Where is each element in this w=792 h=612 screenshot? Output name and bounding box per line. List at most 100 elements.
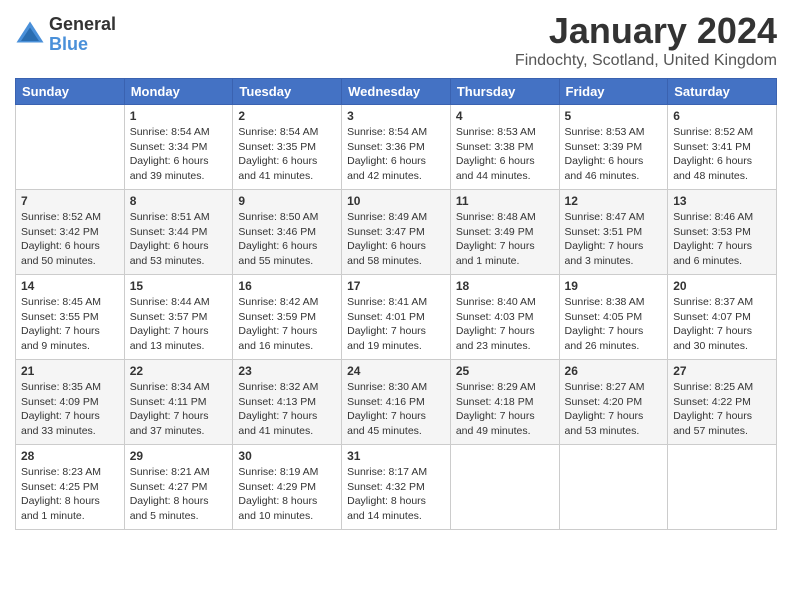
calendar-cell: 13 Sunrise: 8:46 AM Sunset: 3:53 PM Dayli… [668,190,777,275]
day-info: Sunrise: 8:25 AM Sunset: 4:22 PM Dayligh… [673,380,771,439]
day-number: 31 [347,449,445,463]
calendar-cell: 5Sunrise: 8:53 AM Sunset: 3:39 PM Daylig… [559,105,668,190]
calendar-cell: 10 Sunrise: 8:49 AM Sunset: 3:47 PM Dayli… [342,190,451,275]
day-number: 17 [347,279,445,293]
day-info: Sunrise: 8:17 AM Sunset: 4:32 PM Dayligh… [347,465,445,524]
calendar-cell: 25 Sunrise: 8:29 AM Sunset: 4:18 PM Dayli… [450,360,559,445]
day-number: 12 [565,194,663,208]
calendar-cell: 14Sunrise: 8:45 AM Sunset: 3:55 PM Dayli… [16,275,125,360]
logo: General Blue [15,15,116,55]
calendar-cell: 20 Sunrise: 8:37 AM Sunset: 4:07 PM Dayli… [668,275,777,360]
calendar-cell: 19 Sunrise: 8:38 AM Sunset: 4:05 PM Dayli… [559,275,668,360]
calendar-cell: 7 Sunrise: 8:52 AM Sunset: 3:42 PM Daylig… [16,190,125,275]
day-number: 20 [673,279,771,293]
day-number: 13 [673,194,771,208]
day-number: 16 [238,279,336,293]
calendar-cell: 9 Sunrise: 8:50 AM Sunset: 3:46 PM Daylig… [233,190,342,275]
day-info: Sunrise: 8:19 AM Sunset: 4:29 PM Dayligh… [238,465,336,524]
calendar-cell [16,105,125,190]
day-info: Sunrise: 8:52 AM Sunset: 3:42 PM Dayligh… [21,210,119,269]
day-number: 24 [347,364,445,378]
calendar-cell: 3Sunrise: 8:54 AM Sunset: 3:36 PM Daylig… [342,105,451,190]
day-info: Sunrise: 8:27 AM Sunset: 4:20 PM Dayligh… [565,380,663,439]
day-info: Sunrise: 8:53 AM Sunset: 3:39 PM Dayligh… [565,125,663,184]
day-info: Sunrise: 8:34 AM Sunset: 4:11 PM Dayligh… [130,380,228,439]
day-info: Sunrise: 8:38 AM Sunset: 4:05 PM Dayligh… [565,295,663,354]
day-info: Sunrise: 8:40 AM Sunset: 4:03 PM Dayligh… [456,295,554,354]
day-info: Sunrise: 8:49 AM Sunset: 3:47 PM Dayligh… [347,210,445,269]
calendar-cell: 4 Sunrise: 8:53 AM Sunset: 3:38 PM Daylig… [450,105,559,190]
day-info: Sunrise: 8:52 AM Sunset: 3:41 PM Dayligh… [673,125,771,184]
calendar-week-row: 28Sunrise: 8:23 AM Sunset: 4:25 PM Dayli… [16,445,777,530]
day-number: 2 [238,109,336,123]
day-number: 1 [130,109,228,123]
day-number: 4 [456,109,554,123]
calendar-cell: 1 Sunrise: 8:54 AM Sunset: 3:34 PM Daylig… [124,105,233,190]
logo-blue-text: Blue [49,35,116,55]
day-number: 11 [456,194,554,208]
day-info: Sunrise: 8:44 AM Sunset: 3:57 PM Dayligh… [130,295,228,354]
location: Findochty, Scotland, United Kingdom [515,52,777,70]
calendar-cell: 31 Sunrise: 8:17 AM Sunset: 4:32 PM Dayli… [342,445,451,530]
calendar-cell: 8Sunrise: 8:51 AM Sunset: 3:44 PM Daylig… [124,190,233,275]
calendar-week-row: 21 Sunrise: 8:35 AM Sunset: 4:09 PM Dayli… [16,360,777,445]
day-header: Thursday [450,79,559,105]
day-info: Sunrise: 8:54 AM Sunset: 3:34 PM Dayligh… [130,125,228,184]
calendar-cell: 28Sunrise: 8:23 AM Sunset: 4:25 PM Dayli… [16,445,125,530]
day-info: Sunrise: 8:29 AM Sunset: 4:18 PM Dayligh… [456,380,554,439]
logo-general-text: General [49,15,116,35]
day-number: 3 [347,109,445,123]
calendar-cell: 16Sunrise: 8:42 AM Sunset: 3:59 PM Dayli… [233,275,342,360]
day-number: 22 [130,364,228,378]
calendar-cell: 21 Sunrise: 8:35 AM Sunset: 4:09 PM Dayli… [16,360,125,445]
day-number: 10 [347,194,445,208]
day-number: 25 [456,364,554,378]
day-info: Sunrise: 8:50 AM Sunset: 3:46 PM Dayligh… [238,210,336,269]
day-header: Tuesday [233,79,342,105]
calendar-cell: 17 Sunrise: 8:41 AM Sunset: 4:01 PM Dayli… [342,275,451,360]
day-number: 23 [238,364,336,378]
day-info: Sunrise: 8:54 AM Sunset: 3:35 PM Dayligh… [238,125,336,184]
calendar-week-row: 7 Sunrise: 8:52 AM Sunset: 3:42 PM Daylig… [16,190,777,275]
calendar-cell: 23 Sunrise: 8:32 AM Sunset: 4:13 PM Dayli… [233,360,342,445]
calendar-cell: 24 Sunrise: 8:30 AM Sunset: 4:16 PM Dayli… [342,360,451,445]
day-number: 29 [130,449,228,463]
day-info: Sunrise: 8:21 AM Sunset: 4:27 PM Dayligh… [130,465,228,524]
calendar-cell: 6 Sunrise: 8:52 AM Sunset: 3:41 PM Daylig… [668,105,777,190]
day-header: Friday [559,79,668,105]
day-number: 9 [238,194,336,208]
day-info: Sunrise: 8:32 AM Sunset: 4:13 PM Dayligh… [238,380,336,439]
header: General Blue January 2024 Findochty, Sco… [15,10,777,70]
day-number: 21 [21,364,119,378]
day-number: 30 [238,449,336,463]
day-header: Saturday [668,79,777,105]
calendar-cell: 27Sunrise: 8:25 AM Sunset: 4:22 PM Dayli… [668,360,777,445]
day-info: Sunrise: 8:46 AM Sunset: 3:53 PM Dayligh… [673,210,771,269]
day-info: Sunrise: 8:48 AM Sunset: 3:49 PM Dayligh… [456,210,554,269]
day-info: Sunrise: 8:37 AM Sunset: 4:07 PM Dayligh… [673,295,771,354]
calendar-cell: 12Sunrise: 8:47 AM Sunset: 3:51 PM Dayli… [559,190,668,275]
day-info: Sunrise: 8:30 AM Sunset: 4:16 PM Dayligh… [347,380,445,439]
day-number: 18 [456,279,554,293]
calendar-cell: 26Sunrise: 8:27 AM Sunset: 4:20 PM Dayli… [559,360,668,445]
header-row: SundayMondayTuesdayWednesdayThursdayFrid… [16,79,777,105]
day-info: Sunrise: 8:53 AM Sunset: 3:38 PM Dayligh… [456,125,554,184]
calendar-cell: 22 Sunrise: 8:34 AM Sunset: 4:11 PM Dayli… [124,360,233,445]
calendar-cell [450,445,559,530]
calendar-cell: 15Sunrise: 8:44 AM Sunset: 3:57 PM Dayli… [124,275,233,360]
day-number: 19 [565,279,663,293]
calendar-cell [668,445,777,530]
calendar-cell: 11 Sunrise: 8:48 AM Sunset: 3:49 PM Dayli… [450,190,559,275]
day-info: Sunrise: 8:51 AM Sunset: 3:44 PM Dayligh… [130,210,228,269]
month-title: January 2024 [515,10,777,52]
calendar-cell: 30 Sunrise: 8:19 AM Sunset: 4:29 PM Dayli… [233,445,342,530]
day-number: 6 [673,109,771,123]
day-info: Sunrise: 8:41 AM Sunset: 4:01 PM Dayligh… [347,295,445,354]
day-info: Sunrise: 8:23 AM Sunset: 4:25 PM Dayligh… [21,465,119,524]
calendar-cell [559,445,668,530]
day-header: Monday [124,79,233,105]
day-header: Wednesday [342,79,451,105]
day-number: 7 [21,194,119,208]
day-info: Sunrise: 8:35 AM Sunset: 4:09 PM Dayligh… [21,380,119,439]
day-header: Sunday [16,79,125,105]
